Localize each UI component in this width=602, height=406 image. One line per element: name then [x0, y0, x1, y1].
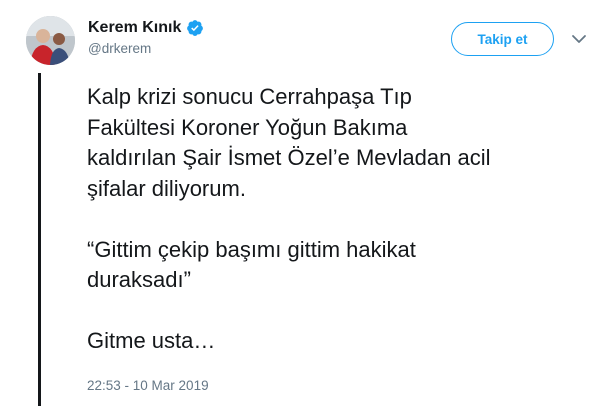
tweet-timestamp[interactable]: 22:53 - 10 Mar 2019 [87, 378, 209, 393]
tweet-paragraph: Gitme usta… [87, 328, 216, 353]
name-row: Kerem Kınık [88, 17, 204, 39]
thread-line [38, 73, 41, 406]
display-name[interactable]: Kerem Kınık [88, 19, 181, 37]
verified-badge-icon [187, 20, 204, 36]
follow-button[interactable]: Takip et [451, 22, 554, 56]
avatar[interactable] [26, 16, 75, 65]
tweet-paragraph: “Gittim çekip başımı gittim hakikat dura… [87, 236, 416, 293]
user-handle[interactable]: @drkerem [88, 41, 151, 56]
tweet-text: Kalp krizi sonucu Cerrahpaşa Tıp Fakülte… [87, 82, 587, 357]
chevron-down-icon[interactable] [571, 33, 587, 45]
profile-photo-icon [26, 16, 75, 65]
tweet-paragraph: Kalp krizi sonucu Cerrahpaşa Tıp Fakülte… [87, 84, 491, 201]
